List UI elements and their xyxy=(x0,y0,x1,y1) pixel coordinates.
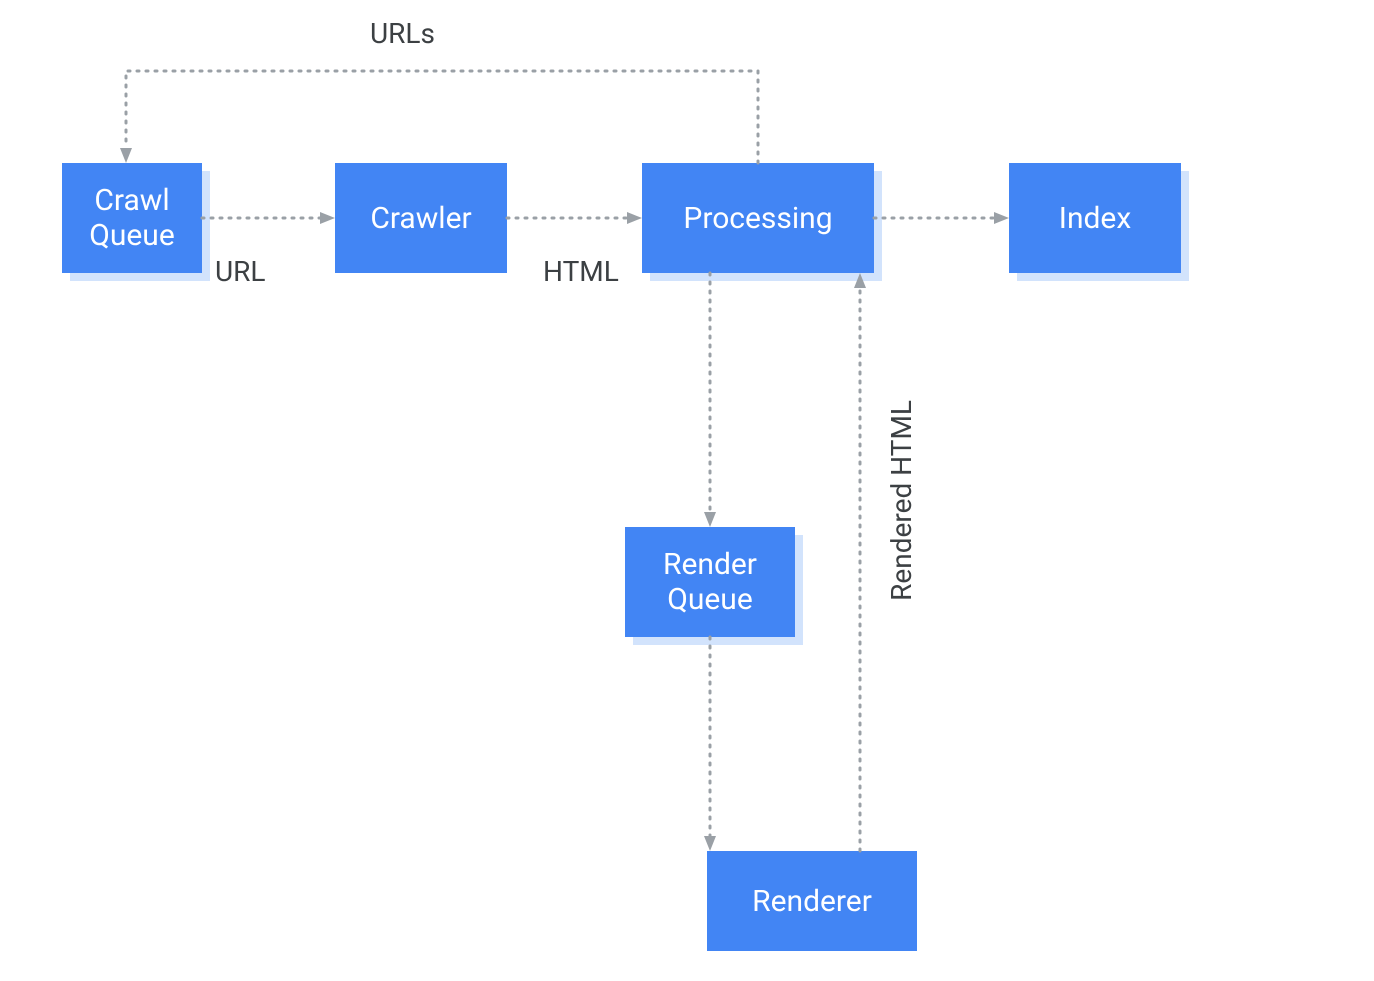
arrow-crawlqueue-to-crawler xyxy=(202,210,335,226)
node-processing: Processing xyxy=(642,163,874,273)
edge-label-urls: URLs xyxy=(370,17,435,50)
node-label: CrawlQueue xyxy=(89,183,175,253)
arrow-crawler-to-processing xyxy=(507,210,642,226)
node-crawler: Crawler xyxy=(335,163,507,273)
node-label: Renderer xyxy=(752,884,872,919)
arrow-processing-to-crawlqueue-urls xyxy=(118,63,758,173)
flow-diagram: CrawlQueue Crawler Processing Index Rend… xyxy=(0,0,1374,981)
edge-label-url: URL xyxy=(215,255,266,288)
arrow-renderer-to-processing xyxy=(852,273,868,851)
node-label: RenderQueue xyxy=(663,547,757,617)
arrow-processing-to-index xyxy=(874,210,1009,226)
node-render-queue: RenderQueue xyxy=(625,527,795,637)
node-label: Crawler xyxy=(370,201,471,236)
arrow-processing-to-renderqueue xyxy=(702,273,718,527)
node-label: Processing xyxy=(683,201,832,236)
edge-label-rendered-html: Rendered HTML xyxy=(885,400,918,601)
node-renderer: Renderer xyxy=(707,851,917,951)
edge-label-html: HTML xyxy=(543,255,619,288)
node-label: Index xyxy=(1059,201,1131,236)
node-index: Index xyxy=(1009,163,1181,273)
arrow-renderqueue-to-renderer xyxy=(702,637,718,851)
node-crawl-queue: CrawlQueue xyxy=(62,163,202,273)
